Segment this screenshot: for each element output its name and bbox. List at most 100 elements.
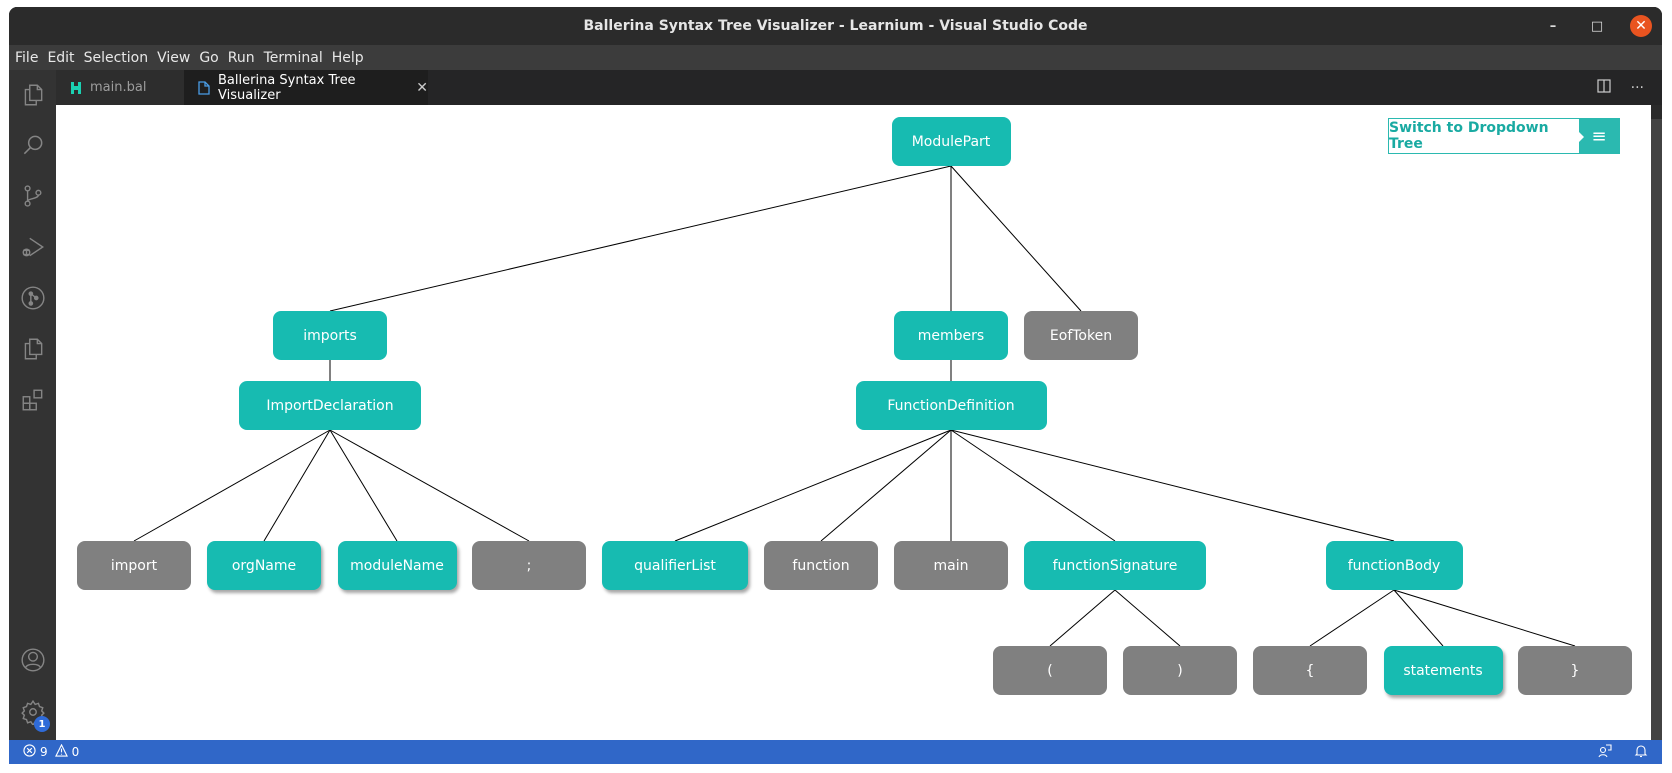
tree-edge xyxy=(674,429,952,542)
menu-file[interactable]: File xyxy=(15,50,45,66)
tree-edge xyxy=(1049,589,1116,647)
tree-node-label: EofToken xyxy=(1049,327,1113,344)
minimize-button[interactable]: – xyxy=(1542,15,1564,37)
tree-node-label: ; xyxy=(526,557,532,574)
menu-help[interactable]: Help xyxy=(332,50,371,66)
extensions-icon[interactable] xyxy=(9,378,56,422)
file-icon xyxy=(198,80,210,95)
tree-edge xyxy=(820,429,952,542)
explorer-icon[interactable] xyxy=(9,73,56,117)
editor-tab-bar: main.bal Ballerina Syntax Tree Visualize… xyxy=(56,70,1662,105)
tree-node-label: import xyxy=(110,557,158,574)
tree-node-semicolon[interactable]: ; xyxy=(472,541,586,590)
tree-node-label: qualifierList xyxy=(634,557,716,574)
tree-node-label: ( xyxy=(1047,662,1053,679)
tree-node-label: ) xyxy=(1177,662,1183,679)
tree-node-openbrace[interactable]: { xyxy=(1253,646,1367,695)
tree-edge xyxy=(329,429,530,542)
feedback-icon[interactable] xyxy=(1598,743,1612,761)
tree-node-label: } xyxy=(1570,662,1580,679)
maximize-button[interactable]: □ xyxy=(1586,15,1608,37)
tree-edge xyxy=(1114,589,1181,647)
tree-node-label: members xyxy=(917,327,985,344)
tree-edge xyxy=(263,429,331,542)
tree-node-functionbody[interactable]: functionBody xyxy=(1325,541,1463,590)
tree-node-label: functionSignature xyxy=(1052,557,1178,574)
tree-node-label: imports xyxy=(303,327,357,344)
tree-node-qualifierlist[interactable]: qualifierList xyxy=(602,541,748,590)
tree-node-imports[interactable]: imports xyxy=(273,311,387,360)
error-count: 9 xyxy=(40,745,48,759)
close-tab-icon[interactable]: ✕ xyxy=(416,80,428,96)
tab-main-bal[interactable]: main.bal xyxy=(56,70,184,105)
git-graph-icon[interactable] xyxy=(9,276,56,320)
tab-syntax-tree-visualizer[interactable]: Ballerina Syntax Tree Visualizer ✕ xyxy=(184,70,428,105)
tab-label: Ballerina Syntax Tree Visualizer xyxy=(218,72,356,103)
hamburger-menu-icon: ≡ xyxy=(1578,119,1619,153)
problems-indicator[interactable]: 9 0 xyxy=(9,743,80,760)
tree-node-label: ImportDeclaration xyxy=(266,397,394,414)
tree-node-openparen[interactable]: ( xyxy=(993,646,1107,695)
vscode-window: Ballerina Syntax Tree Visualizer - Learn… xyxy=(9,7,1662,764)
tree-node-label: function xyxy=(792,557,850,574)
account-icon[interactable] xyxy=(9,638,56,682)
split-editor-icon[interactable] xyxy=(1597,78,1611,97)
tree-node-function[interactable]: function xyxy=(764,541,878,590)
tree-node-functiondefinition[interactable]: FunctionDefinition xyxy=(855,381,1047,430)
editor-actions: ··· xyxy=(1597,70,1644,105)
vertical-scrollbar[interactable] xyxy=(1651,105,1662,740)
tree-node-members[interactable]: members xyxy=(894,311,1008,360)
more-actions-icon[interactable]: ··· xyxy=(1631,80,1644,96)
tree-node-eoftoken[interactable]: EofToken xyxy=(1024,311,1138,360)
warning-count: 0 xyxy=(71,745,80,759)
tree-node-label: functionBody xyxy=(1347,557,1441,574)
tree-node-closebrace[interactable]: } xyxy=(1518,646,1632,695)
tree-edge xyxy=(950,429,1116,542)
close-window-button[interactable]: ✕ xyxy=(1630,15,1652,37)
menu-go[interactable]: Go xyxy=(199,50,225,66)
syntax-tree-visualizer: ModulePart imports members EofToken ImportDe… xyxy=(56,105,1651,740)
tree-edge xyxy=(1393,589,1576,647)
tree-node-importdeclaration[interactable]: ImportDeclaration xyxy=(239,381,421,430)
tree-edge xyxy=(950,165,1082,312)
warning-icon xyxy=(54,743,68,760)
notifications-bell-icon[interactable] xyxy=(1634,744,1648,761)
tree-node-label: ModulePart xyxy=(911,133,991,150)
tab-label: main.bal xyxy=(90,80,147,95)
error-icon xyxy=(23,744,36,760)
tree-node-label: main xyxy=(933,557,969,574)
tree-node-modulepart[interactable]: ModulePart xyxy=(891,117,1011,166)
tree-node-functionsignature[interactable]: functionSignature xyxy=(1024,541,1206,590)
switch-button-label: Switch to Dropdown Tree xyxy=(1389,120,1549,152)
tree-node-label: FunctionDefinition xyxy=(887,397,1015,414)
settings-gear-icon[interactable]: 1 xyxy=(9,690,56,734)
tree-edge xyxy=(1309,589,1395,647)
menu-terminal[interactable]: Terminal xyxy=(264,50,330,66)
tree-node-label: orgName xyxy=(231,557,297,574)
menu-run[interactable]: Run xyxy=(228,50,262,66)
menu-bar: File Edit Selection View Go Run Terminal… xyxy=(9,45,1662,70)
source-control-icon[interactable] xyxy=(9,174,56,218)
tree-node-statements[interactable]: statements xyxy=(1383,646,1503,695)
menu-selection[interactable]: Selection xyxy=(84,50,156,66)
tree-node-import[interactable]: import xyxy=(77,541,191,590)
pages-icon[interactable] xyxy=(9,327,56,371)
tree-node-closeparen[interactable]: ) xyxy=(1123,646,1237,695)
title-bar: Ballerina Syntax Tree Visualizer - Learn… xyxy=(9,7,1662,45)
tree-node-modulename[interactable]: moduleName xyxy=(337,541,457,590)
tree-node-main[interactable]: main xyxy=(894,541,1008,590)
ballerina-icon xyxy=(70,81,82,95)
window-title: Ballerina Syntax Tree Visualizer - Learn… xyxy=(583,18,1088,34)
tree-edge xyxy=(329,429,398,542)
menu-view[interactable]: View xyxy=(157,50,197,66)
run-debug-icon[interactable] xyxy=(9,225,56,269)
tree-node-label: { xyxy=(1305,662,1315,679)
menu-edit[interactable]: Edit xyxy=(47,50,81,66)
tree-node-label: moduleName xyxy=(350,557,444,574)
tree-node-orgname[interactable]: orgName xyxy=(207,541,321,590)
tree-node-label: statements xyxy=(1403,662,1483,679)
search-icon[interactable] xyxy=(9,123,56,167)
window-controls: – □ ✕ xyxy=(1542,15,1652,37)
switch-to-dropdown-tree-button[interactable]: Switch to Dropdown Tree ≡ xyxy=(1388,118,1620,154)
status-right xyxy=(1598,740,1648,764)
